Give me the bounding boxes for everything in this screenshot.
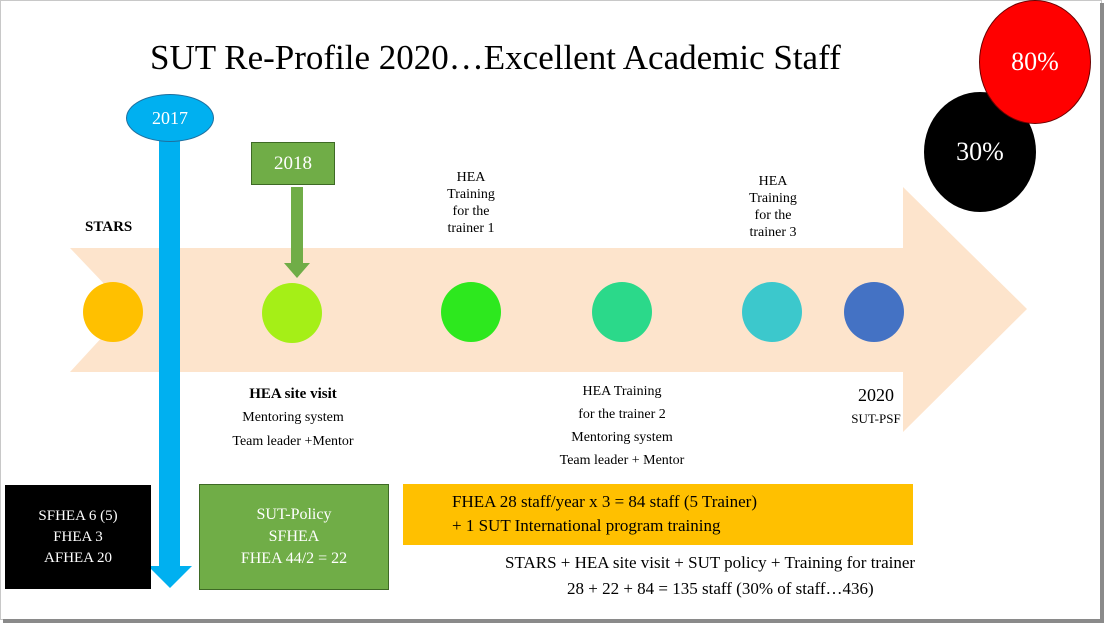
black-box-line: SFHEA 6 (5): [38, 507, 118, 524]
black-box-line: AFHEA 20: [44, 549, 112, 566]
trainer1-caption: HEA Training for the trainer 1: [430, 169, 512, 237]
trainer3-caption: HEA Training for the trainer 3: [732, 173, 814, 241]
site-visit-caption: HEA site visit Mentoring system Team lea…: [200, 382, 386, 454]
green-box-line: FHEA 44/2 = 22: [240, 550, 348, 567]
arrow-2018-shaft: [291, 187, 303, 263]
year-2017-label: 2017: [152, 107, 188, 128]
trainer3-line: for the: [754, 208, 792, 223]
green-box-line: SUT-Policy: [256, 506, 332, 523]
milestone-2020-caption: 2020 SUT-PSF: [836, 383, 916, 431]
year-2017-badge: 2017: [126, 94, 214, 142]
green-policy-box: SUT-Policy SFHEA FHEA 44/2 = 22: [199, 484, 389, 590]
trainer3-line: HEA: [758, 174, 788, 189]
trainer3-line: trainer 3: [749, 225, 797, 240]
milestone-2020-label: SUT-PSF: [851, 411, 901, 426]
node-stars: [83, 282, 143, 342]
black-stats-box: SFHEA 6 (5) FHEA 3 AFHEA 20: [5, 485, 151, 589]
trainer2-caption: HEA Training for the trainer 2 Mentoring…: [536, 380, 708, 472]
summary-line-2: 28 + 22 + 84 = 135 staff (30% of staff…4…: [567, 579, 874, 598]
page-title: SUT Re-Profile 2020…Excellent Academic S…: [150, 38, 841, 77]
site-visit-line: Team leader +Mentor: [232, 434, 354, 449]
black-box-line: FHEA 3: [53, 528, 103, 545]
stars-label: STARS: [85, 219, 133, 235]
gold-box-line: + 1 SUT International program training: [452, 516, 721, 535]
trainer2-line: Mentoring system: [571, 430, 673, 445]
trainer3-line: Training: [749, 191, 797, 206]
trainer1-line: trainer 1: [447, 221, 495, 236]
trainer2-line: for the trainer 2: [578, 407, 666, 422]
trainer1-line: for the: [452, 204, 490, 219]
arrow-2017-head: [148, 566, 192, 588]
gold-box-line: FHEA 28 staff/year x 3 = 84 staff (5 Tra…: [452, 492, 758, 511]
trainer1-line: Training: [447, 187, 495, 202]
node-trainer3: [742, 282, 802, 342]
milestone-2020-year: 2020: [858, 385, 894, 405]
node-trainer2: [592, 282, 652, 342]
arrow-2017-shaft: [159, 125, 180, 568]
gold-info-box: FHEA 28 staff/year x 3 = 84 staff (5 Tra…: [403, 484, 913, 545]
node-trainer1: [441, 282, 501, 342]
year-2018-box: 2018: [251, 142, 335, 185]
green-box-line: SFHEA: [268, 528, 320, 545]
node-2020: [844, 282, 904, 342]
node-2018-site-visit: [262, 283, 322, 343]
summary-line-1: STARS + HEA site visit + SUT policy + Tr…: [505, 553, 916, 572]
trainer1-line: HEA: [456, 170, 486, 185]
site-visit-heading: HEA site visit: [249, 386, 337, 402]
trainer2-line: Team leader + Mentor: [559, 453, 685, 468]
pct-80-label: 80%: [1011, 47, 1059, 76]
pct-80-badge: 80%: [979, 0, 1091, 124]
trainer2-line: HEA Training: [582, 384, 662, 399]
site-visit-line: Mentoring system: [242, 410, 344, 425]
year-2018-label: 2018: [274, 152, 312, 174]
pct-30-label: 30%: [956, 137, 1004, 166]
